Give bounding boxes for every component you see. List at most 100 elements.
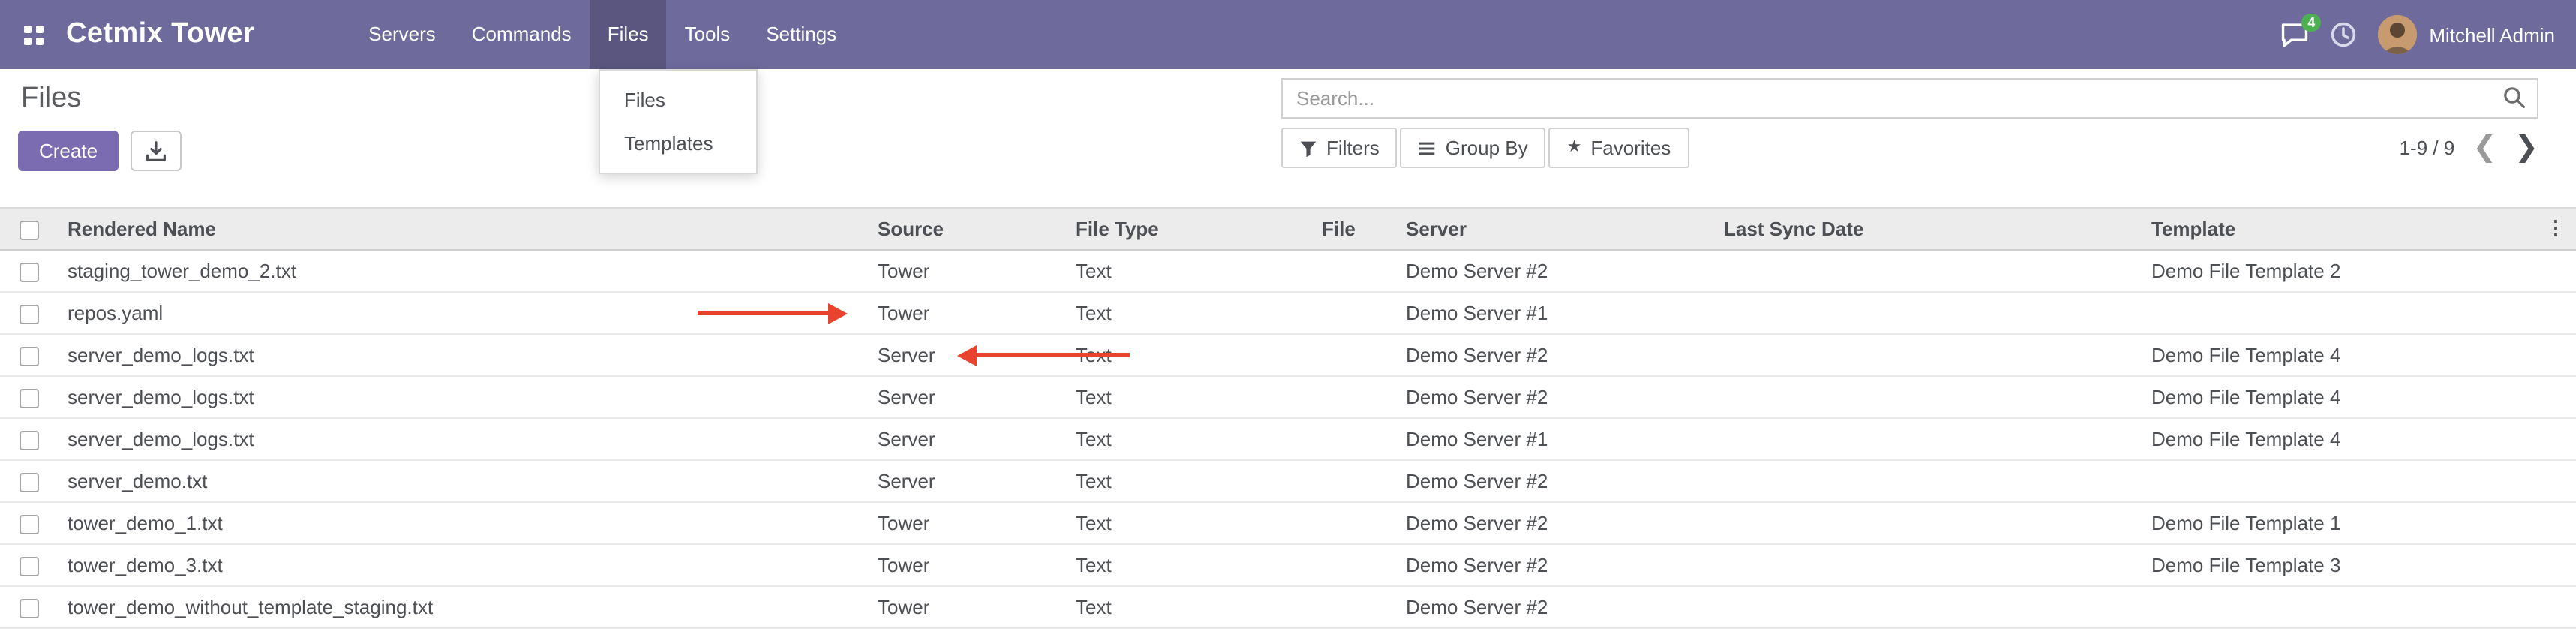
cell-last-sync-date — [1716, 250, 2144, 292]
activities-button[interactable] — [2330, 21, 2357, 48]
cell-file-type: Text — [1068, 250, 1314, 292]
cell-source: Server — [870, 418, 1068, 460]
row-checkbox[interactable] — [20, 557, 39, 576]
menu-item-servers[interactable]: Servers — [350, 0, 454, 69]
cell-last-sync-date — [1716, 586, 2144, 628]
table-row[interactable]: server_demo.txtServerTextDemo Server #2 — [0, 460, 2576, 502]
favorites-label: Favorites — [1590, 137, 1671, 159]
select-all-checkbox-cell[interactable] — [0, 208, 60, 250]
row-checkbox-cell[interactable] — [0, 502, 60, 544]
dropdown-item-files[interactable]: Files — [600, 78, 756, 122]
favorites-button[interactable]: ★ Favorites — [1549, 128, 1689, 168]
cell-template: Demo File Template 1 — [2144, 502, 2576, 544]
user-menu[interactable]: Mitchell Admin — [2378, 15, 2555, 54]
navbar: Cetmix Tower Servers Commands Files Tool… — [0, 0, 2576, 69]
cell-template: Demo File Template 3 — [2144, 544, 2576, 586]
cell-source: Tower — [870, 586, 1068, 628]
table-header-row: Rendered Name Source File Type File Serv… — [0, 208, 2576, 250]
row-checkbox[interactable] — [20, 347, 39, 366]
row-checkbox[interactable] — [20, 473, 39, 492]
table-row[interactable]: staging_tower_demo_2.txtTowerText Demo Se… — [0, 250, 2576, 292]
pager-previous-button[interactable]: ❮ — [2472, 134, 2496, 162]
messages-button[interactable]: 4 — [2280, 22, 2309, 47]
cell-server: Demo Server #2 — [1398, 376, 1716, 418]
cell-file — [1314, 250, 1398, 292]
row-checkbox[interactable] — [20, 389, 39, 408]
column-header-file-type[interactable]: File Type — [1068, 208, 1314, 250]
cell-file-type: Text — [1068, 460, 1314, 502]
row-checkbox[interactable] — [20, 599, 39, 618]
column-header-template[interactable]: Template — [2144, 208, 2576, 250]
cell-source: Tower — [870, 250, 1068, 292]
row-checkbox-cell[interactable] — [0, 334, 60, 376]
pager: 1-9 / 9 ❮ ❯ — [2400, 134, 2538, 162]
cell-server: Demo Server #2 — [1398, 250, 1716, 292]
menu-item-tools[interactable]: Tools — [667, 0, 749, 69]
cell-rendered-name: tower_demo_3.txt — [60, 544, 870, 586]
table-row[interactable]: tower_demo_without_template_staging.txtT… — [0, 586, 2576, 628]
cell-last-sync-date — [1716, 376, 2144, 418]
cell-file-type: Text — [1068, 418, 1314, 460]
column-header-file[interactable]: File — [1314, 208, 1398, 250]
row-checkbox[interactable] — [20, 515, 39, 534]
table-row[interactable]: tower_demo_1.txtTowerTextDemo Server #2D… — [0, 502, 2576, 544]
cell-server: Demo Server #2 — [1398, 334, 1716, 376]
column-header-source[interactable]: Source — [870, 208, 1068, 250]
cell-source: Server — [870, 334, 1068, 376]
apps-grid-icon — [23, 25, 43, 44]
cell-source: Tower — [870, 502, 1068, 544]
cell-rendered-name: staging_tower_demo_2.txt — [60, 250, 870, 292]
pager-next-button[interactable]: ❯ — [2514, 134, 2538, 162]
row-checkbox[interactable] — [20, 431, 39, 450]
row-checkbox-cell[interactable] — [0, 586, 60, 628]
row-checkbox[interactable] — [20, 263, 39, 282]
cell-last-sync-date — [1716, 502, 2144, 544]
messages-count-badge: 4 — [2301, 13, 2321, 31]
row-checkbox-cell[interactable] — [0, 544, 60, 586]
table-row[interactable]: server_demo_logs.txtServerTextDemo Serve… — [0, 376, 2576, 418]
column-header-server[interactable]: Server — [1398, 208, 1716, 250]
column-header-last-sync-date[interactable]: Last Sync Date — [1716, 208, 2144, 250]
filters-button[interactable]: Filters — [1281, 128, 1398, 168]
cell-source: Tower — [870, 292, 1068, 334]
cell-rendered-name: repos.yaml — [60, 292, 870, 334]
menu-item-commands[interactable]: Commands — [454, 0, 590, 69]
cell-last-sync-date — [1716, 418, 2144, 460]
cell-template — [2144, 586, 2576, 628]
table-row[interactable]: tower_demo_3.txtTowerTextDemo Server #2D… — [0, 544, 2576, 586]
cell-last-sync-date — [1716, 292, 2144, 334]
row-checkbox-cell[interactable] — [0, 376, 60, 418]
row-checkbox-cell[interactable] — [0, 460, 60, 502]
group-by-label: Group By — [1446, 137, 1528, 159]
group-by-button[interactable]: Group By — [1401, 128, 1546, 168]
menu-item-settings[interactable]: Settings — [748, 0, 854, 69]
optional-columns-toggle-icon[interactable]: ⋮ — [2546, 218, 2565, 237]
apps-menu-button[interactable] — [0, 0, 66, 69]
column-header-rendered-name[interactable]: Rendered Name — [60, 208, 870, 250]
search-icon[interactable] — [2502, 86, 2526, 117]
table-row[interactable]: repos.yamlTowerTextDemo Server #1 — [0, 292, 2576, 334]
cell-template: Demo File Template 4 — [2144, 376, 2576, 418]
app-brand[interactable]: Cetmix Tower — [66, 18, 254, 51]
cell-server: Demo Server #1 — [1398, 292, 1716, 334]
files-table: Rendered Name Source File Type File Serv… — [0, 207, 2576, 629]
cell-last-sync-date — [1716, 334, 2144, 376]
table-row[interactable]: server_demo_logs.txtServerTextDemo Serve… — [0, 418, 2576, 460]
export-button[interactable] — [131, 131, 182, 171]
create-button[interactable]: Create — [18, 131, 119, 171]
menu-item-files[interactable]: Files — [590, 0, 667, 69]
files-dropdown-menu: Files Templates — [599, 69, 758, 174]
row-checkbox[interactable] — [20, 305, 39, 324]
select-all-checkbox[interactable] — [20, 221, 39, 240]
dropdown-item-templates[interactable]: Templates — [600, 122, 756, 165]
cell-rendered-name: tower_demo_without_template_staging.txt — [60, 586, 870, 628]
table-body: staging_tower_demo_2.txtTowerTextDemo Se… — [0, 250, 2576, 628]
search-input[interactable] — [1281, 78, 2538, 119]
row-checkbox-cell[interactable] — [0, 292, 60, 334]
cell-file — [1314, 502, 1398, 544]
cell-server: Demo Server #2 — [1398, 586, 1716, 628]
table-row[interactable]: server_demo_logs.txtServerTextDemo Serve… — [0, 334, 2576, 376]
row-checkbox-cell[interactable] — [0, 418, 60, 460]
row-checkbox-cell[interactable] — [0, 250, 60, 292]
pager-range[interactable]: 1-9 / 9 — [2400, 137, 2455, 159]
